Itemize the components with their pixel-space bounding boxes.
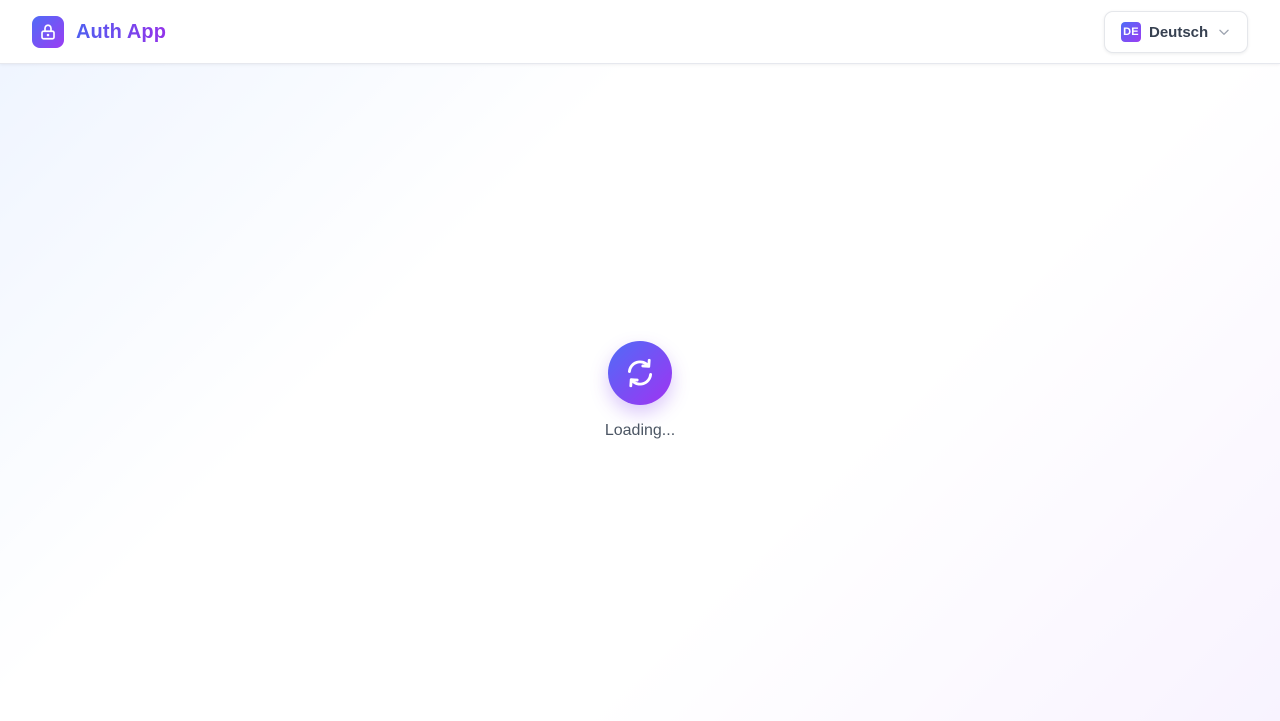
loading-text: Loading... bbox=[604, 422, 676, 439]
app-title: Auth App bbox=[76, 20, 167, 43]
language-code-badge: DE bbox=[1121, 22, 1141, 42]
lock-icon bbox=[41, 24, 55, 40]
language-label: Deutsch bbox=[1149, 23, 1209, 41]
language-select[interactable]: DE Deutsch bbox=[1104, 11, 1248, 53]
refresh-icon bbox=[627, 358, 653, 388]
loading-spinner bbox=[608, 341, 672, 405]
app-logo bbox=[32, 16, 64, 48]
app-header: Auth App DE Deutsch bbox=[0, 0, 1280, 64]
chevron-down-icon bbox=[1219, 29, 1229, 35]
brand[interactable]: Auth App bbox=[32, 16, 166, 48]
